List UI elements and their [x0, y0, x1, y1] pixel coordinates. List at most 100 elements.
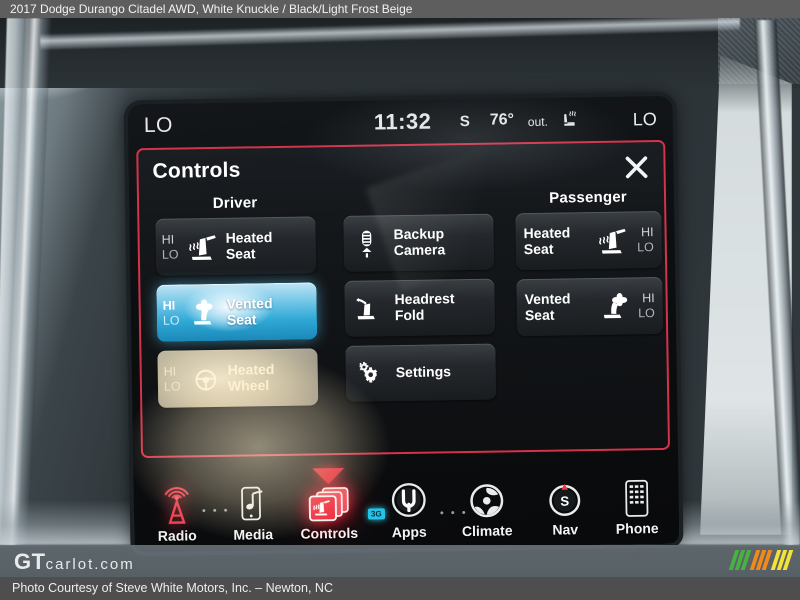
- backup-camera-label: Backup Camera: [389, 226, 493, 259]
- clock: 11:32: [373, 108, 432, 135]
- driver-heated-wheel-label: Heated Wheel: [226, 361, 318, 394]
- driver-column: Driver HI LO Heated Seat HI LO Vented Se…: [155, 193, 319, 416]
- nav-label-radio: Radio: [157, 527, 197, 544]
- label-line2: Seat: [226, 310, 257, 328]
- logo-rest: carlot.com: [45, 556, 135, 573]
- logo-gt: GT: [14, 549, 46, 574]
- nav-item-apps[interactable]: 3G Apps: [367, 476, 446, 541]
- level-lo[interactable]: LO: [634, 240, 654, 255]
- driver-vented-seat-button[interactable]: HI LO Vented Seat: [156, 282, 318, 342]
- controls-panel: Controls Driver HI LO Heated Seat HI LO …: [136, 139, 671, 459]
- passenger-column: Passenger Heated Seat HI LO Vented Seat …: [515, 188, 664, 345]
- vehicle-title-caption: 2017 Dodge Durango Citadel AWD, White Kn…: [0, 0, 800, 18]
- passenger-heading: Passenger: [549, 188, 628, 207]
- level-lo[interactable]: LO: [164, 379, 186, 394]
- level-hi[interactable]: HI: [163, 298, 185, 313]
- compass-letter: S: [560, 494, 569, 509]
- level-lo[interactable]: LO: [162, 247, 184, 262]
- label-line1: Heated: [523, 224, 571, 241]
- driver-heated-wheel-levels[interactable]: HI LO: [158, 364, 186, 394]
- level-hi[interactable]: HI: [164, 364, 186, 379]
- vented-seat-icon: [595, 291, 635, 322]
- level-hi[interactable]: HI: [633, 225, 654, 240]
- passenger-heated-seat-button[interactable]: Heated Seat HI LO: [515, 210, 663, 271]
- label-line1: Headrest: [394, 290, 455, 308]
- headrest-fold-label: Headrest Fold: [391, 291, 495, 324]
- heated-steering-wheel-icon: [186, 363, 226, 394]
- gtcarlot-logo: GTcarlot.com: [14, 549, 135, 575]
- nav-label-controls: Controls: [300, 524, 359, 542]
- label-line2: Wheel: [227, 376, 270, 394]
- nav-item-nav[interactable]: S Nav: [527, 474, 602, 538]
- apps-3g-badge: 3G: [367, 508, 385, 520]
- label-line1: Backup: [393, 225, 445, 243]
- label-line1: Vented: [524, 290, 571, 307]
- media-note-icon: [215, 479, 290, 526]
- screenshot-stage: LO 11:32 S 76° out. LO Controls Driver H…: [0, 0, 800, 600]
- gtcarlot-bars-logo-icon: [728, 550, 794, 570]
- passenger-vented-seat-levels[interactable]: HI LO: [635, 291, 663, 321]
- outside-temperature: 76°: [489, 111, 515, 129]
- nav-label-apps: Apps: [391, 523, 427, 541]
- driver-vented-seat-levels[interactable]: HI LO: [157, 298, 185, 328]
- driver-heated-seat-label: Heated Seat: [224, 229, 316, 262]
- label-line2: Seat: [225, 244, 256, 262]
- nav-item-media[interactable]: Media: [215, 479, 290, 543]
- driver-heated-seat-button[interactable]: HI LO Heated Seat: [155, 216, 317, 276]
- heated-seat-icon: [593, 225, 633, 256]
- nav-compass-icon: S: [527, 474, 602, 521]
- label-line1: Heated: [225, 228, 273, 246]
- label-line2: Seat: [523, 240, 554, 257]
- driver-heading: Driver: [212, 194, 258, 212]
- passenger-vented-seat-label: Vented Seat: [517, 290, 595, 324]
- backup-camera-icon: [343, 227, 389, 260]
- passenger-temp-readout: LO: [632, 108, 657, 130]
- settings-label: Settings: [392, 363, 496, 381]
- vented-seat-icon: [185, 297, 225, 328]
- level-lo[interactable]: LO: [635, 306, 655, 321]
- label-line2: Camera: [393, 241, 446, 259]
- passenger-vented-seat-button[interactable]: Vented Seat HI LO: [516, 276, 664, 337]
- heated-seat-indicator-icon: [560, 109, 580, 128]
- label-line1: Settings: [395, 363, 452, 381]
- bars-yellow: [770, 550, 794, 570]
- driver-vented-seat-label: Vented Seat: [225, 295, 317, 328]
- label-line2: Seat: [524, 306, 555, 323]
- settings-button[interactable]: Settings: [345, 343, 497, 402]
- driver-heated-wheel-button[interactable]: HI LO Heated Wheel: [157, 348, 319, 408]
- apps-uconnect-icon: 3G: [367, 476, 446, 523]
- nav-label-phone: Phone: [615, 520, 659, 537]
- bars-green: [728, 550, 752, 570]
- nav-item-phone[interactable]: Phone: [599, 473, 674, 537]
- page-title: Controls: [152, 158, 241, 183]
- center-actions-column: .: [343, 191, 497, 411]
- level-hi[interactable]: HI: [162, 232, 184, 247]
- nav-label-media: Media: [233, 526, 274, 543]
- passenger-heated-seat-levels[interactable]: HI LO: [633, 225, 661, 255]
- controls-cards-icon: [291, 478, 366, 525]
- nav-label-nav: Nav: [552, 521, 579, 538]
- label-line1: Vented: [226, 294, 273, 312]
- nav-item-climate[interactable]: Climate: [449, 475, 524, 539]
- passenger-heated-seat-label: Heated Seat: [515, 224, 593, 258]
- backup-camera-button[interactable]: Backup Camera: [343, 213, 495, 272]
- uconnect-touchscreen[interactable]: LO 11:32 S 76° out. LO Controls Driver H…: [127, 95, 680, 553]
- label-line2: Fold: [394, 306, 425, 324]
- level-hi[interactable]: HI: [635, 291, 655, 306]
- close-icon[interactable]: [623, 154, 649, 180]
- heated-seat-icon: [184, 231, 224, 262]
- headrest-fold-button[interactable]: Headrest Fold: [344, 278, 496, 337]
- outside-temp-label: out.: [527, 114, 548, 130]
- photo-credit-caption: Photo Courtesy of Steve White Motors, In…: [0, 577, 800, 600]
- main-navigation-bar: Radio • • • Media Controls 3G Apps • • •…: [133, 454, 679, 553]
- gear-mode-indicator: S: [459, 112, 470, 131]
- gear-icon: [346, 359, 392, 388]
- level-lo[interactable]: LO: [163, 313, 185, 328]
- phone-keypad-icon: [599, 473, 674, 520]
- driver-heated-seat-levels[interactable]: HI LO: [156, 232, 184, 262]
- climate-fan-icon: [449, 475, 524, 522]
- label-line1: Heated: [227, 360, 275, 378]
- nav-item-controls[interactable]: Controls: [291, 467, 366, 542]
- controls-columns: Driver HI LO Heated Seat HI LO Vented Se…: [139, 188, 668, 458]
- nav-label-climate: Climate: [461, 522, 513, 540]
